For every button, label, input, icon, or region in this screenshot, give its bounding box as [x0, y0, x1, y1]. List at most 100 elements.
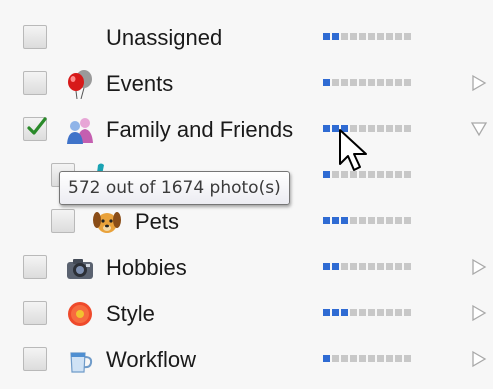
- expand-arrow-icon[interactable]: [470, 350, 488, 368]
- meter-segment: [386, 217, 393, 224]
- tag-checkbox-events[interactable]: [23, 71, 47, 95]
- meter-segment: [377, 33, 384, 40]
- tag-checkbox-family-and-friends[interactable]: [23, 117, 47, 141]
- meter-segment: [368, 217, 375, 224]
- meter-segment: [341, 309, 348, 316]
- photo-count-meter: [323, 355, 411, 362]
- meter-segment: [368, 33, 375, 40]
- meter-segment: [332, 33, 339, 40]
- tag-checkbox-hobbies[interactable]: [23, 255, 47, 279]
- meter-segment: [341, 355, 348, 362]
- meter-segment: [386, 355, 393, 362]
- meter-segment: [341, 79, 348, 86]
- meter-segment: [350, 33, 357, 40]
- meter-segment: [395, 79, 402, 86]
- meter-segment: [332, 355, 339, 362]
- meter-segment: [332, 309, 339, 316]
- flower-icon: [68, 302, 92, 326]
- tag-row-workflow[interactable]: Workflow: [0, 337, 493, 383]
- tag-label-style: Style: [106, 301, 155, 326]
- expand-arrow-icon[interactable]: [470, 74, 488, 92]
- tag-row-family-and-friends[interactable]: Family and Friends: [0, 107, 493, 153]
- tag-checkbox-pets[interactable]: [51, 209, 75, 233]
- meter-segment: [350, 355, 357, 362]
- tag-label-hobbies: Hobbies: [106, 255, 187, 280]
- meter-segment: [350, 79, 357, 86]
- expand-arrow-icon[interactable]: [470, 304, 488, 322]
- photo-count-meter: [323, 263, 411, 270]
- meter-segment: [332, 79, 339, 86]
- meter-segment: [368, 79, 375, 86]
- meter-segment: [323, 355, 330, 362]
- meter-segment: [323, 171, 330, 178]
- meter-segment: [359, 33, 366, 40]
- meter-segment: [386, 79, 393, 86]
- photo-count-meter: [323, 309, 411, 316]
- meter-segment: [395, 33, 402, 40]
- meter-segment: [359, 263, 366, 270]
- tag-row-unassigned[interactable]: Unassigned: [0, 15, 493, 61]
- meter-segment: [323, 309, 330, 316]
- people-icon: [67, 118, 93, 144]
- meter-segment: [323, 125, 330, 132]
- meter-segment: [368, 355, 375, 362]
- meter-segment: [404, 171, 411, 178]
- meter-segment: [377, 355, 384, 362]
- meter-segment: [332, 263, 339, 270]
- tag-label-family-and-friends: Family and Friends: [106, 117, 294, 142]
- meter-segment: [341, 263, 348, 270]
- collapse-arrow-icon[interactable]: [470, 120, 488, 138]
- meter-segment: [404, 79, 411, 86]
- meter-segment: [323, 33, 330, 40]
- tag-checkbox-workflow[interactable]: [23, 347, 47, 371]
- meter-segment: [404, 217, 411, 224]
- meter-segment: [404, 33, 411, 40]
- meter-segment: [323, 79, 330, 86]
- meter-segment: [386, 263, 393, 270]
- tag-checkbox-unassigned[interactable]: [23, 25, 47, 49]
- meter-segment: [332, 217, 339, 224]
- checkmark-icon: [27, 117, 47, 135]
- mug-icon: [70, 352, 93, 373]
- photo-count-meter: [323, 79, 411, 86]
- meter-segment: [404, 355, 411, 362]
- meter-segment: [386, 309, 393, 316]
- meter-segment: [395, 217, 402, 224]
- meter-segment: [395, 309, 402, 316]
- tag-row-pets[interactable]: Pets: [0, 199, 493, 245]
- meter-segment: [350, 263, 357, 270]
- mouse-pointer-icon: [339, 129, 367, 171]
- meter-segment: [377, 171, 384, 178]
- meter-segment: [359, 355, 366, 362]
- meter-segment: [377, 79, 384, 86]
- photo-count-tooltip: 572 out of 1674 photo(s): [59, 171, 290, 205]
- meter-segment: [404, 263, 411, 270]
- expand-arrow-icon[interactable]: [470, 258, 488, 276]
- tag-label-workflow: Workflow: [106, 347, 197, 372]
- tag-row-style[interactable]: Style: [0, 291, 493, 337]
- meter-segment: [395, 355, 402, 362]
- meter-segment: [377, 309, 384, 316]
- tag-checkbox-style[interactable]: [23, 301, 47, 325]
- meter-segment: [359, 309, 366, 316]
- meter-segment: [341, 217, 348, 224]
- meter-segment: [341, 33, 348, 40]
- meter-segment: [377, 217, 384, 224]
- meter-segment: [404, 309, 411, 316]
- balloons-icon: [68, 70, 92, 99]
- meter-segment: [350, 217, 357, 224]
- tag-tree-panel: Unassigned Events Family and Friends Pet…: [0, 0, 493, 389]
- meter-segment: [323, 217, 330, 224]
- meter-segment: [395, 125, 402, 132]
- meter-segment: [359, 217, 366, 224]
- meter-segment: [368, 263, 375, 270]
- meter-segment: [377, 125, 384, 132]
- photo-count-meter: [323, 217, 411, 224]
- tag-row-events[interactable]: Events: [0, 61, 493, 107]
- tag-label-pets: Pets: [135, 209, 180, 234]
- tag-row-hobbies[interactable]: Hobbies: [0, 245, 493, 291]
- meter-segment: [323, 263, 330, 270]
- meter-segment: [350, 309, 357, 316]
- dog-icon: [93, 212, 121, 233]
- meter-segment: [404, 125, 411, 132]
